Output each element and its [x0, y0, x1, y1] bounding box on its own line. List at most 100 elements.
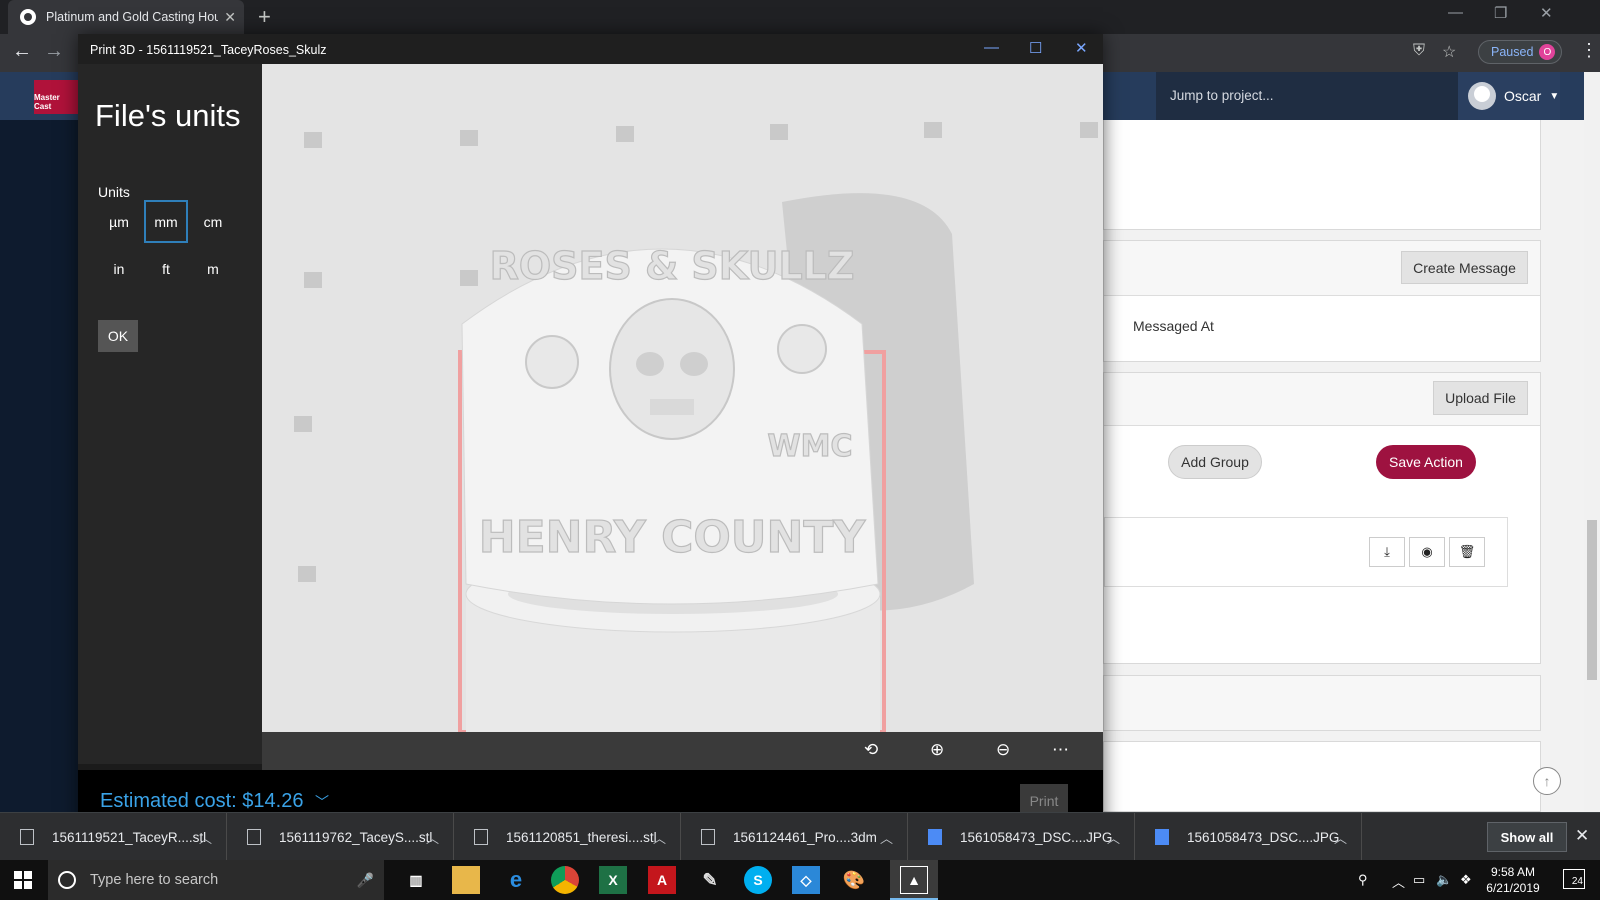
tray-expand-icon[interactable]: ︿ — [1392, 872, 1405, 891]
user-name: Oscar — [1504, 88, 1542, 104]
download-item[interactable]: 1561120851_theresi....stl ︿ — [454, 813, 681, 861]
clock-time: 9:58 AM — [1490, 865, 1536, 879]
browser-menu-icon[interactable]: ⋮ — [1580, 40, 1598, 61]
download-item[interactable]: 1561058473_DSC....JPG ︿ — [1135, 813, 1362, 861]
image-file-icon — [928, 829, 942, 845]
unit-ft[interactable]: ft — [144, 247, 188, 290]
chevron-up-icon[interactable]: ︿ — [1334, 828, 1347, 847]
print3d-icon: ▲ — [900, 866, 928, 894]
3d-viewport[interactable]: ROSES & SKULLZ WMC HENRY COUNTY — [262, 64, 1103, 732]
browser-tab[interactable]: Platinum and Gold Casting House ✕ — [8, 0, 244, 34]
app-minimize-icon[interactable]: — — [984, 39, 999, 56]
chevron-up-icon[interactable]: ︿ — [880, 828, 893, 847]
print3d-taskbar-button[interactable]: ▲ — [890, 860, 938, 900]
add-group-button[interactable]: Add Group — [1168, 445, 1262, 479]
messages-card: Create Message Messaged At — [1103, 240, 1541, 362]
notification-count: 24 — [1571, 876, 1583, 887]
view-eye-icon[interactable]: ◉ — [1409, 537, 1445, 567]
user-menu[interactable]: Oscar ▼ — [1458, 72, 1560, 120]
volume-icon[interactable]: 🔈 — [1436, 872, 1452, 888]
save-action-button[interactable]: Save Action — [1376, 445, 1476, 479]
tab-close-icon[interactable]: ✕ — [224, 9, 236, 26]
download-item[interactable]: 1561124461_Pro....3dm ︿ — [681, 813, 908, 861]
restore-icon[interactable]: ❐ — [1494, 4, 1507, 22]
content-card-bottom — [1103, 741, 1541, 812]
window-title: Print 3D - 1561119521_TaceyRoses_Skulz — [90, 43, 327, 57]
dropbox-icon[interactable]: ❖ — [1460, 872, 1472, 888]
skype-icon[interactable]: S — [744, 866, 772, 894]
more-options-icon[interactable]: ⋯ — [1052, 740, 1069, 760]
file-explorer-icon[interactable] — [452, 866, 480, 894]
profile-paused-button[interactable]: Paused O — [1478, 40, 1563, 64]
show-all-button[interactable]: Show all — [1487, 822, 1567, 852]
zoom-in-icon[interactable]: ⊕ — [930, 740, 944, 760]
paint3d-app-icon[interactable]: ◇ — [792, 866, 820, 894]
image-file-icon — [1155, 829, 1169, 845]
upload-file-button[interactable]: Upload File — [1433, 381, 1528, 415]
estimated-cost-toggle[interactable]: Estimated cost: $14.26 ﹀ — [100, 790, 329, 813]
edge-icon[interactable]: e — [502, 866, 530, 894]
taskbar-search-input[interactable]: Type here to search 🎤 — [48, 860, 384, 900]
acrobat-icon[interactable]: A — [648, 866, 676, 894]
file-icon — [701, 829, 715, 845]
download-item[interactable]: 1561119762_TaceyS....stl ︿ — [227, 813, 454, 861]
unit-m[interactable]: m — [191, 247, 235, 290]
content-card-top — [1103, 120, 1541, 230]
network-icon[interactable]: ▭ — [1413, 872, 1425, 888]
page-scrollbar[interactable] — [1584, 72, 1600, 812]
download-filename: 1561058473_DSC....JPG — [960, 829, 1113, 845]
model-text-top: ROSES & SKULLZ — [490, 244, 855, 288]
content-card-lower — [1103, 675, 1541, 731]
unit-mm[interactable]: mm — [144, 200, 188, 243]
estimated-cost: Estimated cost: $14.26 — [100, 790, 304, 812]
people-icon[interactable]: ⚲ — [1358, 872, 1368, 888]
files-card: Upload File Add Group Save Action ⤓ ◉ 🗑 — [1103, 372, 1541, 664]
download-filename: 1561119521_TaceyR....stl — [52, 829, 207, 845]
ok-button[interactable]: OK — [98, 320, 138, 352]
site-logo[interactable]: Master Cast — [34, 80, 78, 114]
chevron-up-icon[interactable]: ︿ — [653, 828, 666, 847]
unit-cm[interactable]: cm — [191, 200, 235, 243]
file-icon — [474, 829, 488, 845]
forward-icon[interactable]: → — [44, 40, 64, 63]
create-message-button[interactable]: Create Message — [1401, 251, 1528, 284]
close-downloads-icon[interactable]: ✕ — [1575, 826, 1589, 846]
back-icon[interactable]: ← — [12, 40, 32, 63]
site-sidebar — [0, 120, 82, 812]
download-item[interactable]: 1561119521_TaceyR....stl ︿ — [0, 813, 227, 861]
chevron-up-icon[interactable]: ︿ — [426, 828, 439, 847]
task-view-icon[interactable]: ▥ — [402, 866, 430, 894]
delete-trash-icon[interactable]: 🗑 — [1449, 537, 1485, 567]
unit-um[interactable]: µm — [97, 200, 141, 243]
microphone-icon[interactable]: 🎤 — [357, 872, 374, 889]
download-filename: 1561058473_DSC....JPG — [1187, 829, 1340, 845]
paint-icon[interactable]: 🎨 — [840, 866, 868, 894]
download-filename: 1561119762_TaceyS....stl — [279, 829, 433, 845]
download-item[interactable]: 1561058473_DSC....JPG ︿ — [908, 813, 1135, 861]
chevron-up-icon[interactable]: ︿ — [199, 828, 212, 847]
extension-icon[interactable]: ⛨ — [1413, 42, 1425, 60]
bookmark-star-icon[interactable]: ☆ — [1442, 42, 1456, 62]
downloads-bar: 1561119521_TaceyR....stl ︿ 1561119762_Ta… — [0, 812, 1600, 861]
close-window-icon[interactable]: ✕ — [1540, 4, 1553, 22]
app-maximize-icon[interactable]: ☐ — [1029, 39, 1042, 57]
action-center-icon[interactable]: 24 — [1563, 869, 1585, 889]
unit-in[interactable]: in — [97, 247, 141, 290]
view-3d-icon[interactable]: ⟲ — [864, 740, 878, 760]
download-icon[interactable]: ⤓ — [1369, 537, 1405, 567]
chevron-up-icon[interactable]: ︿ — [1107, 828, 1120, 847]
jump-to-project-input[interactable]: Jump to project... — [1156, 72, 1458, 120]
new-tab-icon[interactable]: + — [258, 4, 271, 30]
scroll-to-top-icon[interactable]: ↑ — [1533, 767, 1561, 795]
zoom-out-icon[interactable]: ⊖ — [996, 740, 1010, 760]
chevron-down-icon: ﹀ — [315, 794, 330, 810]
excel-icon[interactable]: X — [599, 866, 627, 894]
chrome-icon[interactable] — [551, 866, 579, 894]
rhino-icon[interactable]: ✎ — [696, 866, 724, 894]
app-close-icon[interactable]: ✕ — [1075, 39, 1088, 57]
windows-start-icon[interactable] — [14, 871, 32, 889]
clock-date: 6/21/2019 — [1486, 881, 1540, 895]
taskbar-clock[interactable]: 9:58 AM 6/21/2019 — [1478, 864, 1548, 896]
minimize-icon[interactable]: — — [1448, 4, 1463, 21]
download-filename: 1561120851_theresi....stl — [506, 829, 657, 845]
